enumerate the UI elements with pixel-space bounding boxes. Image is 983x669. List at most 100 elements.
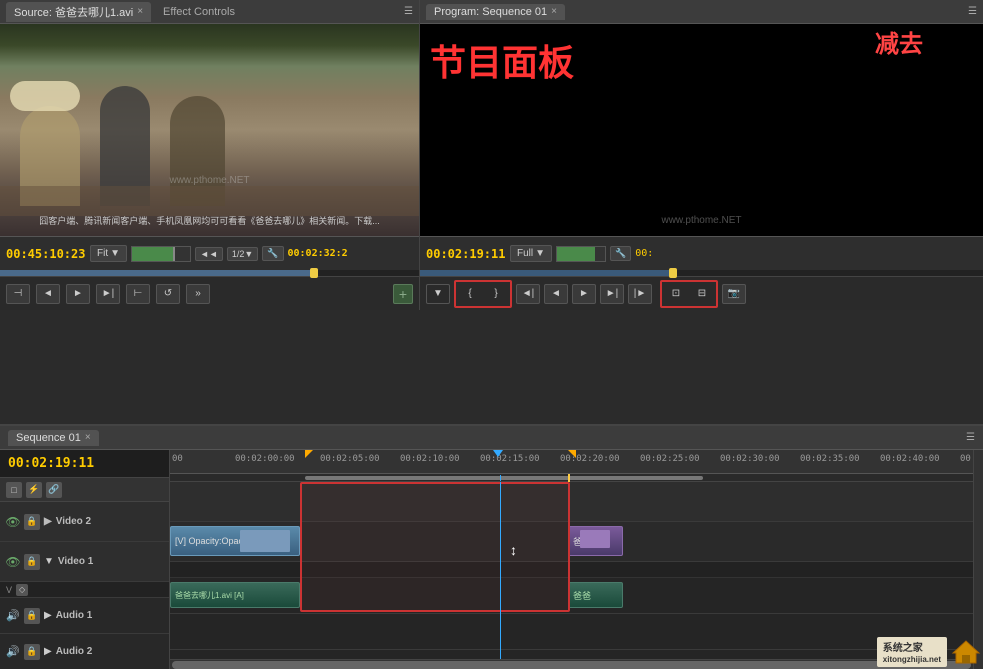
clip-audio1-main[interactable]: 爸爸去哪儿1.avi [A]: [170, 582, 300, 608]
source-controls-bar: 00:45:10:23 Fit ▼ ◄◄ 1/2▼ 🔧 00:02:32:2: [0, 236, 419, 270]
source-tab-close[interactable]: ×: [137, 6, 143, 17]
program-settings-btn[interactable]: 🔧: [610, 246, 631, 261]
timeline-body: 00:02:19:11 □ ⚡ 🔗 👁 🔒 ▶ Video 2 👁: [0, 450, 983, 669]
program-tab[interactable]: Program: Sequence 01 ×: [426, 4, 565, 20]
track-lock-audio2[interactable]: 🔒: [24, 644, 40, 660]
track-visibility-video1[interactable]: 👁: [6, 555, 20, 569]
ruler-mark-6: 00:02:25:00: [640, 454, 700, 464]
track-lock-audio1[interactable]: 🔒: [24, 608, 40, 624]
program-timecode: 00:02:19:11: [426, 247, 506, 261]
ruler-mark-7: 00:02:30:00: [720, 454, 780, 464]
program-step-forward-btn[interactable]: ►|: [600, 284, 624, 304]
program-mark-btn[interactable]: ▼: [426, 284, 450, 304]
program-lift-btn[interactable]: ⊡: [664, 284, 688, 304]
source-fit-dropdown[interactable]: Fit ▼: [90, 245, 127, 262]
track-visibility-audio1[interactable]: 🔊: [6, 609, 20, 623]
timeline-tab-close[interactable]: ×: [85, 432, 91, 443]
track-controls-header: □ ⚡ 🔗: [0, 478, 169, 502]
logo-text: 系统之家 xitongzhijia.net: [877, 637, 947, 667]
track-name-video1: Video 1: [58, 556, 93, 567]
v-label: V: [6, 585, 12, 595]
source-play-btn[interactable]: ►: [66, 284, 90, 304]
nest-icon[interactable]: □: [6, 482, 22, 498]
program-step-back-btn[interactable]: ◄: [544, 284, 568, 304]
track-v-label: V ◇: [0, 582, 169, 598]
clip-video1-thumb: [240, 530, 290, 552]
ruler-mark-9: 00:02:40:00: [880, 454, 940, 464]
program-camera-btn[interactable]: 📷: [722, 284, 746, 304]
timeline-timecode-display: 00:02:19:11: [0, 450, 169, 478]
source-step-back-btn2[interactable]: ◄: [36, 284, 60, 304]
timeline-menu[interactable]: ☰: [966, 432, 975, 443]
timeline-h-scrollbar-thumb[interactable]: [172, 661, 971, 669]
source-go-to-out-btn[interactable]: ⊢: [126, 284, 150, 304]
program-progress-area[interactable]: [420, 270, 983, 276]
out-point-marker: [568, 450, 576, 458]
track-visibility-video2[interactable]: 👁: [6, 515, 20, 529]
source-transport-bar: ⊣ ◄ ► ►| ⊢ ↺ » +: [0, 276, 419, 310]
source-progress-area[interactable]: [0, 270, 419, 276]
source-panel-menu[interactable]: ☰: [404, 6, 413, 17]
work-area-bar[interactable]: [305, 476, 703, 480]
source-video-area: www.pthome.NET 囧客户端、腾讯新闻客户端、手机凤凰网均可可看看《爸…: [0, 24, 419, 236]
track-lock-video1[interactable]: 🔒: [24, 554, 40, 570]
program-extract-btn[interactable]: ⊟: [690, 284, 714, 304]
track-clip-controls[interactable]: ◇: [16, 584, 28, 596]
program-tab-close[interactable]: ×: [551, 6, 557, 17]
source-step-forward-btn[interactable]: ►|: [96, 284, 120, 304]
track-content-audio3[interactable]: [170, 650, 973, 659]
program-level-bar: [556, 246, 606, 262]
source-tab[interactable]: Source: 爸爸去哪儿1.avi ×: [6, 2, 151, 22]
source-fraction-btn[interactable]: 1/2▼: [227, 247, 258, 261]
timeline-tracks-area[interactable]: [V] Opacity:Opacity ▼ 爸爸: [170, 482, 973, 659]
program-panel-menu[interactable]: ☰: [968, 6, 977, 17]
source-overlay-text: 囧客户端、腾讯新闻客户端、手机凤凰网均可可看看《爸爸去哪儿》相关新闻。下载...: [0, 216, 419, 228]
timeline-tab[interactable]: Sequence 01 ×: [8, 430, 99, 446]
program-mark-in-out-group: { }: [454, 280, 512, 308]
link-icon[interactable]: 🔗: [46, 482, 62, 498]
track-expand-audio1[interactable]: ▶: [44, 610, 52, 621]
timeline-timecode: 00:02:19:11: [8, 456, 94, 471]
clip-audio1-baba[interactable]: 爸爸: [568, 582, 623, 608]
source-settings-btn[interactable]: 🔧: [262, 246, 283, 261]
source-panel-header: Source: 爸爸去哪儿1.avi × Effect Controls ☰: [0, 0, 419, 24]
effect-controls-tab[interactable]: Effect Controls: [155, 4, 243, 20]
timeline-h-scrollbar[interactable]: [170, 659, 973, 669]
playhead-ruler-marker: [498, 450, 503, 457]
track-visibility-audio2[interactable]: 🔊: [6, 645, 20, 659]
track-row-audio1: 🔊 🔒 ▶ Audio 1: [0, 598, 169, 634]
track-expand-audio2[interactable]: ▶: [44, 646, 52, 657]
track-content-video2[interactable]: [170, 482, 973, 522]
track-expand-video1[interactable]: ▼: [44, 556, 54, 567]
ruler-mark-3: 00:02:10:00: [400, 454, 460, 464]
program-mark-in-btn[interactable]: {: [458, 284, 482, 304]
program-watermark: www.pthome.NET: [661, 215, 741, 226]
source-timecode: 00:45:10:23: [6, 247, 86, 261]
track-name-audio1: Audio 1: [56, 610, 93, 621]
program-title-label: 节目面板: [430, 34, 574, 86]
track-label-video2: ▶: [44, 516, 52, 527]
program-go-to-out-btn[interactable]: |►: [628, 284, 652, 304]
track-content-audio1[interactable]: 爸爸去哪儿1.avi [A] 爸爸: [170, 578, 973, 614]
program-go-to-in-btn[interactable]: ◄|: [516, 284, 540, 304]
track-content-video1[interactable]: [V] Opacity:Opacity ▼ 爸爸: [170, 522, 973, 562]
timeline-ruler[interactable]: 00 00:02:00:00 00:02:05:00 00:02:10:00 0…: [170, 450, 973, 474]
program-fit-dropdown[interactable]: Full ▼: [510, 245, 552, 262]
top-panels: Source: 爸爸去哪儿1.avi × Effect Controls ☰ w…: [0, 0, 983, 310]
ruler-mark-2: 00:02:05:00: [320, 454, 380, 464]
bottom-logo-area: 系统之家 xitongzhijia.net: [877, 637, 981, 667]
source-more-btn[interactable]: »: [186, 284, 210, 304]
track-lock-video2[interactable]: 🔒: [24, 514, 40, 530]
source-add-btn[interactable]: +: [393, 284, 413, 304]
source-go-to-in-btn[interactable]: ⊣: [6, 284, 30, 304]
track-content-v: [170, 562, 973, 578]
track-content-audio2[interactable]: [170, 614, 973, 650]
program-panel: Program: Sequence 01 × ☰ 节目面板 减去 www.pth…: [420, 0, 983, 310]
playhead-work-area: [500, 475, 501, 481]
program-mark-out-btn[interactable]: }: [484, 284, 508, 304]
source-panel: Source: 爸爸去哪儿1.avi × Effect Controls ☰ w…: [0, 0, 420, 310]
source-loop-btn[interactable]: ↺: [156, 284, 180, 304]
snap-icon[interactable]: ⚡: [26, 482, 42, 498]
source-step-back-btn[interactable]: ◄◄: [195, 247, 223, 261]
program-play-btn[interactable]: ►: [572, 284, 596, 304]
